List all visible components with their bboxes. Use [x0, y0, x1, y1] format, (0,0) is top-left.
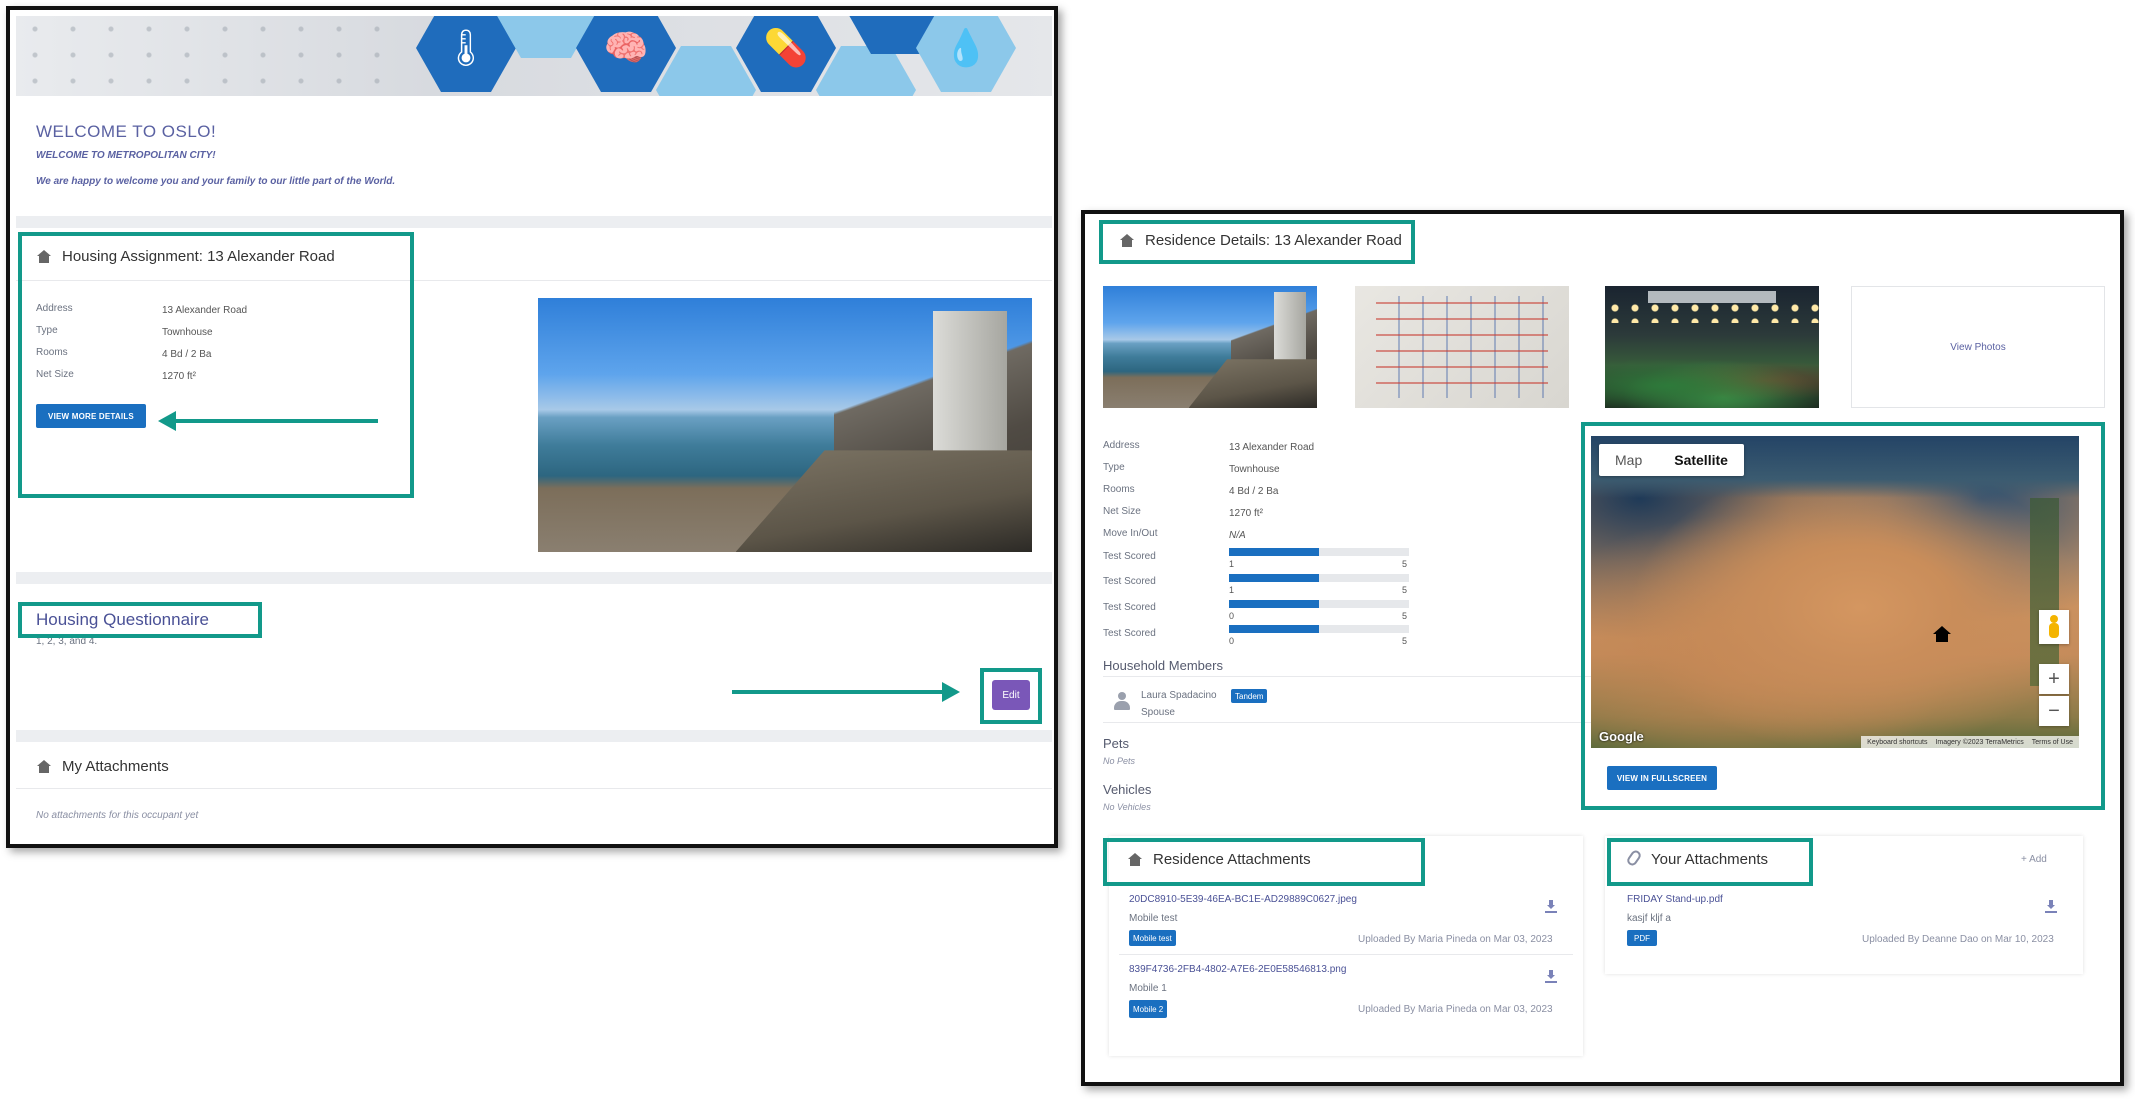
pills-icon: 💊	[736, 16, 836, 92]
field-label: Move In/Out	[1103, 528, 1158, 539]
vehicles-value: No Vehicles	[1103, 802, 1151, 812]
score-min: 0	[1229, 611, 1235, 621]
field-label: Rooms	[1103, 484, 1135, 495]
highlight-your-attachments	[1607, 838, 1813, 886]
attachment-tag: Mobile 2	[1129, 1000, 1168, 1018]
residence-photo-thumb[interactable]	[1103, 286, 1317, 408]
attachment-description: Mobile test	[1129, 913, 1178, 924]
attachment-file-link[interactable]: 20DC8910-5E39-46EA-BC1E-AD29889C0627.jpe…	[1129, 894, 1357, 905]
score-min: 1	[1229, 585, 1235, 595]
attachment-uploaded-by: Uploaded By Maria Pineda on Mar 03, 2023	[1358, 934, 1553, 945]
download-icon-base	[1545, 911, 1557, 913]
score-label: Test Scored	[1103, 628, 1156, 639]
floorplan-photo-thumb[interactable]	[1355, 286, 1569, 408]
attachment-file-link[interactable]: FRIDAY Stand-up.pdf	[1627, 894, 1723, 905]
download-icon-base	[1545, 981, 1557, 983]
right-panel-residence-details: Residence Details: 13 Alexander Road Vie…	[1081, 210, 2124, 1086]
highlight-map	[1581, 422, 2105, 810]
view-photos-link[interactable]: View Photos	[1851, 286, 2105, 408]
score-max: 5	[1402, 611, 1408, 621]
score-label: Test Scored	[1103, 576, 1156, 587]
score-max: 5	[1402, 585, 1408, 595]
section-divider	[16, 730, 1052, 742]
molecule-pattern	[16, 16, 406, 96]
score-label: Test Scored	[1103, 602, 1156, 613]
score-min: 1	[1229, 559, 1235, 569]
field-value: Townhouse	[1229, 464, 1280, 475]
pets-title: Pets	[1103, 736, 1130, 751]
divider	[1103, 722, 1603, 723]
attachment-uploaded-by: Uploaded By Deanne Dao on Mar 10, 2023	[1862, 934, 2054, 945]
section-divider	[16, 572, 1052, 584]
field-label: Net Size	[1103, 506, 1141, 517]
attachment-uploaded-by: Uploaded By Maria Pineda on Mar 03, 2023	[1358, 1004, 1553, 1015]
user-avatar-icon	[1113, 692, 1131, 712]
member-role: Spouse	[1141, 707, 1175, 718]
section-divider	[16, 216, 1052, 228]
my-attachments-title: My Attachments	[62, 758, 169, 775]
residence-photo	[538, 298, 1032, 552]
field-value: 1270 ft²	[1229, 508, 1263, 519]
highlight-edit	[980, 668, 1042, 724]
divider	[1119, 954, 1573, 955]
score-bar	[1229, 600, 1409, 608]
score-label: Test Scored	[1103, 551, 1156, 562]
score-max: 5	[1402, 559, 1408, 569]
field-label: Type	[1103, 462, 1125, 473]
field-value: 4 Bd / 2 Ba	[1229, 486, 1279, 497]
highlight-residence-details	[1099, 220, 1415, 264]
field-label: Address	[1103, 440, 1140, 451]
household-members-title: Household Members	[1103, 658, 1223, 673]
divider	[16, 788, 1052, 789]
arrow-right-icon	[942, 682, 960, 702]
arrow-left-icon	[158, 411, 176, 431]
welcome-subtitle: WELCOME TO METROPOLITAN CITY!	[36, 150, 216, 161]
arrow-line	[732, 690, 944, 694]
field-value: N/A	[1229, 530, 1246, 541]
score-max: 5	[1402, 636, 1408, 646]
highlight-housing-assignment	[18, 232, 414, 498]
member-badge: Tandem	[1231, 689, 1268, 703]
attachment-description: Mobile 1	[1129, 983, 1167, 994]
drops-icon: 💧	[916, 16, 1016, 92]
left-panel-housing-home: 🌡 🧠 💊 💧 WELCOME TO OSLO! WELCOME TO METR…	[6, 6, 1058, 848]
arrow-line	[176, 419, 378, 423]
attachment-tag: Mobile test	[1129, 930, 1176, 946]
welcome-message: We are happy to welcome you and your fam…	[36, 176, 396, 187]
welcome-title: WELCOME TO OSLO!	[36, 122, 217, 141]
header-banner: 🌡 🧠 💊 💧	[16, 16, 1052, 96]
attachment-description: kasjf kljf a	[1627, 913, 1671, 924]
divider	[1103, 676, 1603, 677]
member-name: Laura Spadacino	[1141, 690, 1217, 701]
download-icon-base	[2045, 911, 2057, 913]
thermometer-icon: 🌡	[416, 16, 516, 92]
vehicles-title: Vehicles	[1103, 782, 1152, 797]
score-bar	[1229, 625, 1409, 633]
highlight-questionnaire	[18, 602, 262, 638]
score-bar	[1229, 574, 1409, 582]
brain-icon: 🧠	[576, 16, 676, 92]
attachment-file-link[interactable]: 839F4736-2FB4-4802-A7E6-2E0E58546813.png	[1129, 964, 1346, 975]
attachment-tag: PDF	[1627, 930, 1657, 946]
score-bar	[1229, 548, 1409, 556]
add-attachment-button[interactable]: + Add	[2021, 854, 2047, 865]
score-min: 0	[1229, 636, 1235, 646]
venue-photo-thumb[interactable]	[1605, 286, 1819, 408]
house-icon	[36, 760, 52, 774]
highlight-residence-attachments	[1103, 838, 1425, 886]
pets-value: No Pets	[1103, 756, 1136, 766]
attachments-empty-text: No attachments for this occupant yet	[36, 810, 199, 821]
field-value: 13 Alexander Road	[1229, 442, 1315, 453]
